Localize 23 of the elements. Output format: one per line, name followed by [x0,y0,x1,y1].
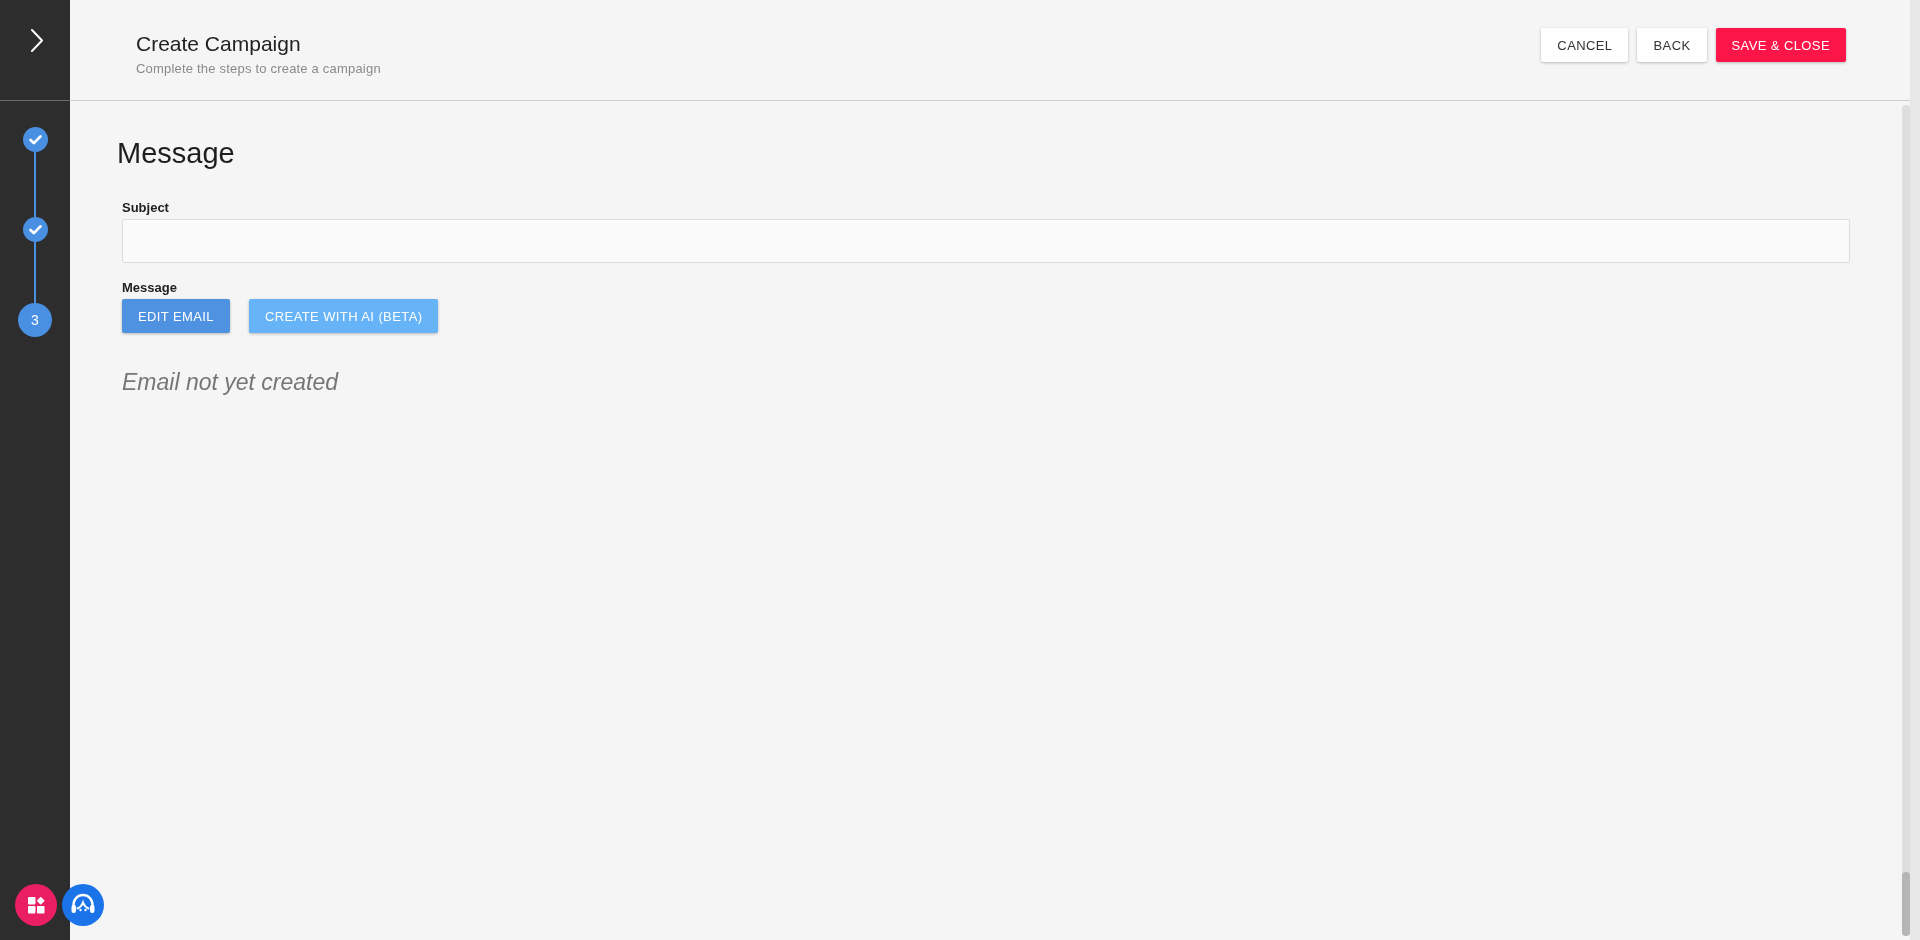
cancel-button[interactable]: CANCEL [1541,28,1629,62]
widgets-icon[interactable] [15,884,57,926]
save-close-button[interactable]: SAVE & CLOSE [1715,28,1846,62]
headset-icon[interactable] [62,884,104,926]
scrollbar-thumb[interactable] [1902,872,1910,936]
scrollbar-track[interactable] [1902,105,1910,936]
edit-email-button[interactable]: EDIT EMAIL [122,299,230,333]
page-subtitle: Complete the steps to create a campaign [136,61,381,77]
field-label: Message [122,280,178,296]
step-connector [34,152,36,217]
subject-field[interactable] [122,219,1850,263]
step-check-icon[interactable] [22,127,48,152]
chevron-right-icon[interactable] [31,29,43,52]
back-button[interactable]: BACK [1637,28,1707,62]
page-scrollbar-track[interactable] [1910,0,1920,940]
page-title: Create Campaign [136,31,302,57]
create-with-ai-button[interactable]: CREATE WITH AI (BETA) [249,299,439,333]
email-status-text: Email not yet created [122,368,340,396]
section-heading: Message [117,136,236,171]
step-number[interactable]: 3 [18,302,52,337]
step-check-icon[interactable] [22,217,48,242]
step-connector [34,242,36,303]
field-label: Subject [122,200,170,216]
